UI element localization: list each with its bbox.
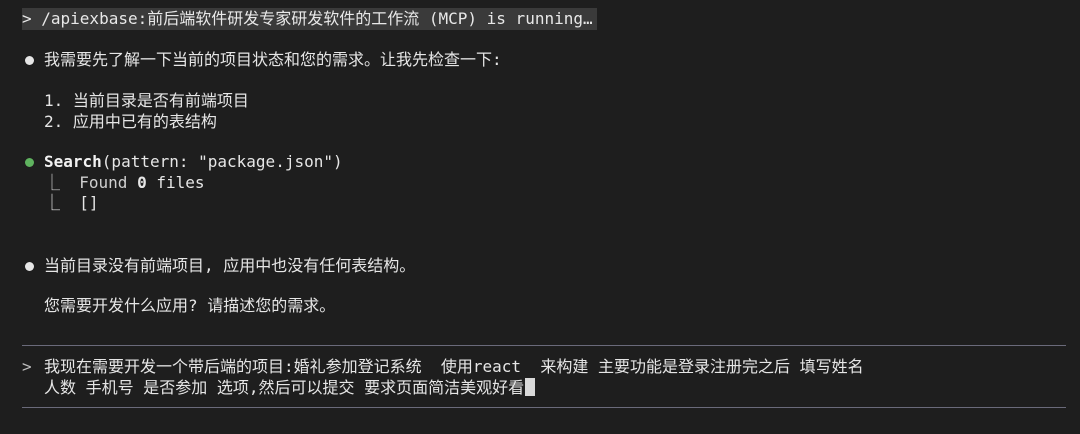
prompt-marker: >: [22, 357, 32, 376]
question-message: 您需要开发什么应用? 请描述您的需求。: [44, 296, 336, 315]
input-line-2-text[interactable]: 人数 手机号 是否参加 选项,然后可以提交 要求页面简洁美观好看: [44, 378, 524, 397]
tool-result-list: ⎿ []: [44, 193, 99, 212]
input-top-border: [22, 345, 1066, 346]
text-cursor: [525, 378, 536, 396]
tool-result: ⎿ Found 0 files: [44, 173, 205, 193]
tool-result-count: 0: [137, 173, 147, 192]
checklist-item: 2. 应用中已有的表结构: [44, 112, 217, 131]
tool-result-prefix: ⎿ Found: [44, 173, 138, 192]
intro-message: 我需要先了解一下当前的项目状态和您的需求。让我先检查一下:: [44, 50, 502, 69]
tool-call: Search(pattern: "package.json"): [44, 152, 343, 172]
running-command: > /apiexbase:前后端软件研发专家研发软件的工作流 (MCP) is …: [22, 8, 597, 30]
tool-name: Search: [44, 152, 102, 171]
input-line-1[interactable]: 我现在需要开发一个带后端的项目:婚礼参加登记系统 使用react 来构建 主要功…: [44, 357, 864, 377]
message-bullet-icon: [25, 262, 34, 271]
message-bullet-icon: [25, 56, 34, 65]
input-line-2[interactable]: 人数 手机号 是否参加 选项,然后可以提交 要求页面简洁美观好看: [44, 378, 536, 398]
tool-args: (pattern: "package.json"): [101, 152, 343, 171]
input-bottom-border: [22, 407, 1066, 408]
tool-result-suffix: files: [146, 173, 205, 192]
tool-status-bullet-icon: [25, 158, 34, 167]
checklist-item: 1. 当前目录是否有前端项目: [44, 91, 249, 110]
status-message: 当前目录没有前端项目, 应用中也没有任何表结构。: [44, 256, 416, 275]
